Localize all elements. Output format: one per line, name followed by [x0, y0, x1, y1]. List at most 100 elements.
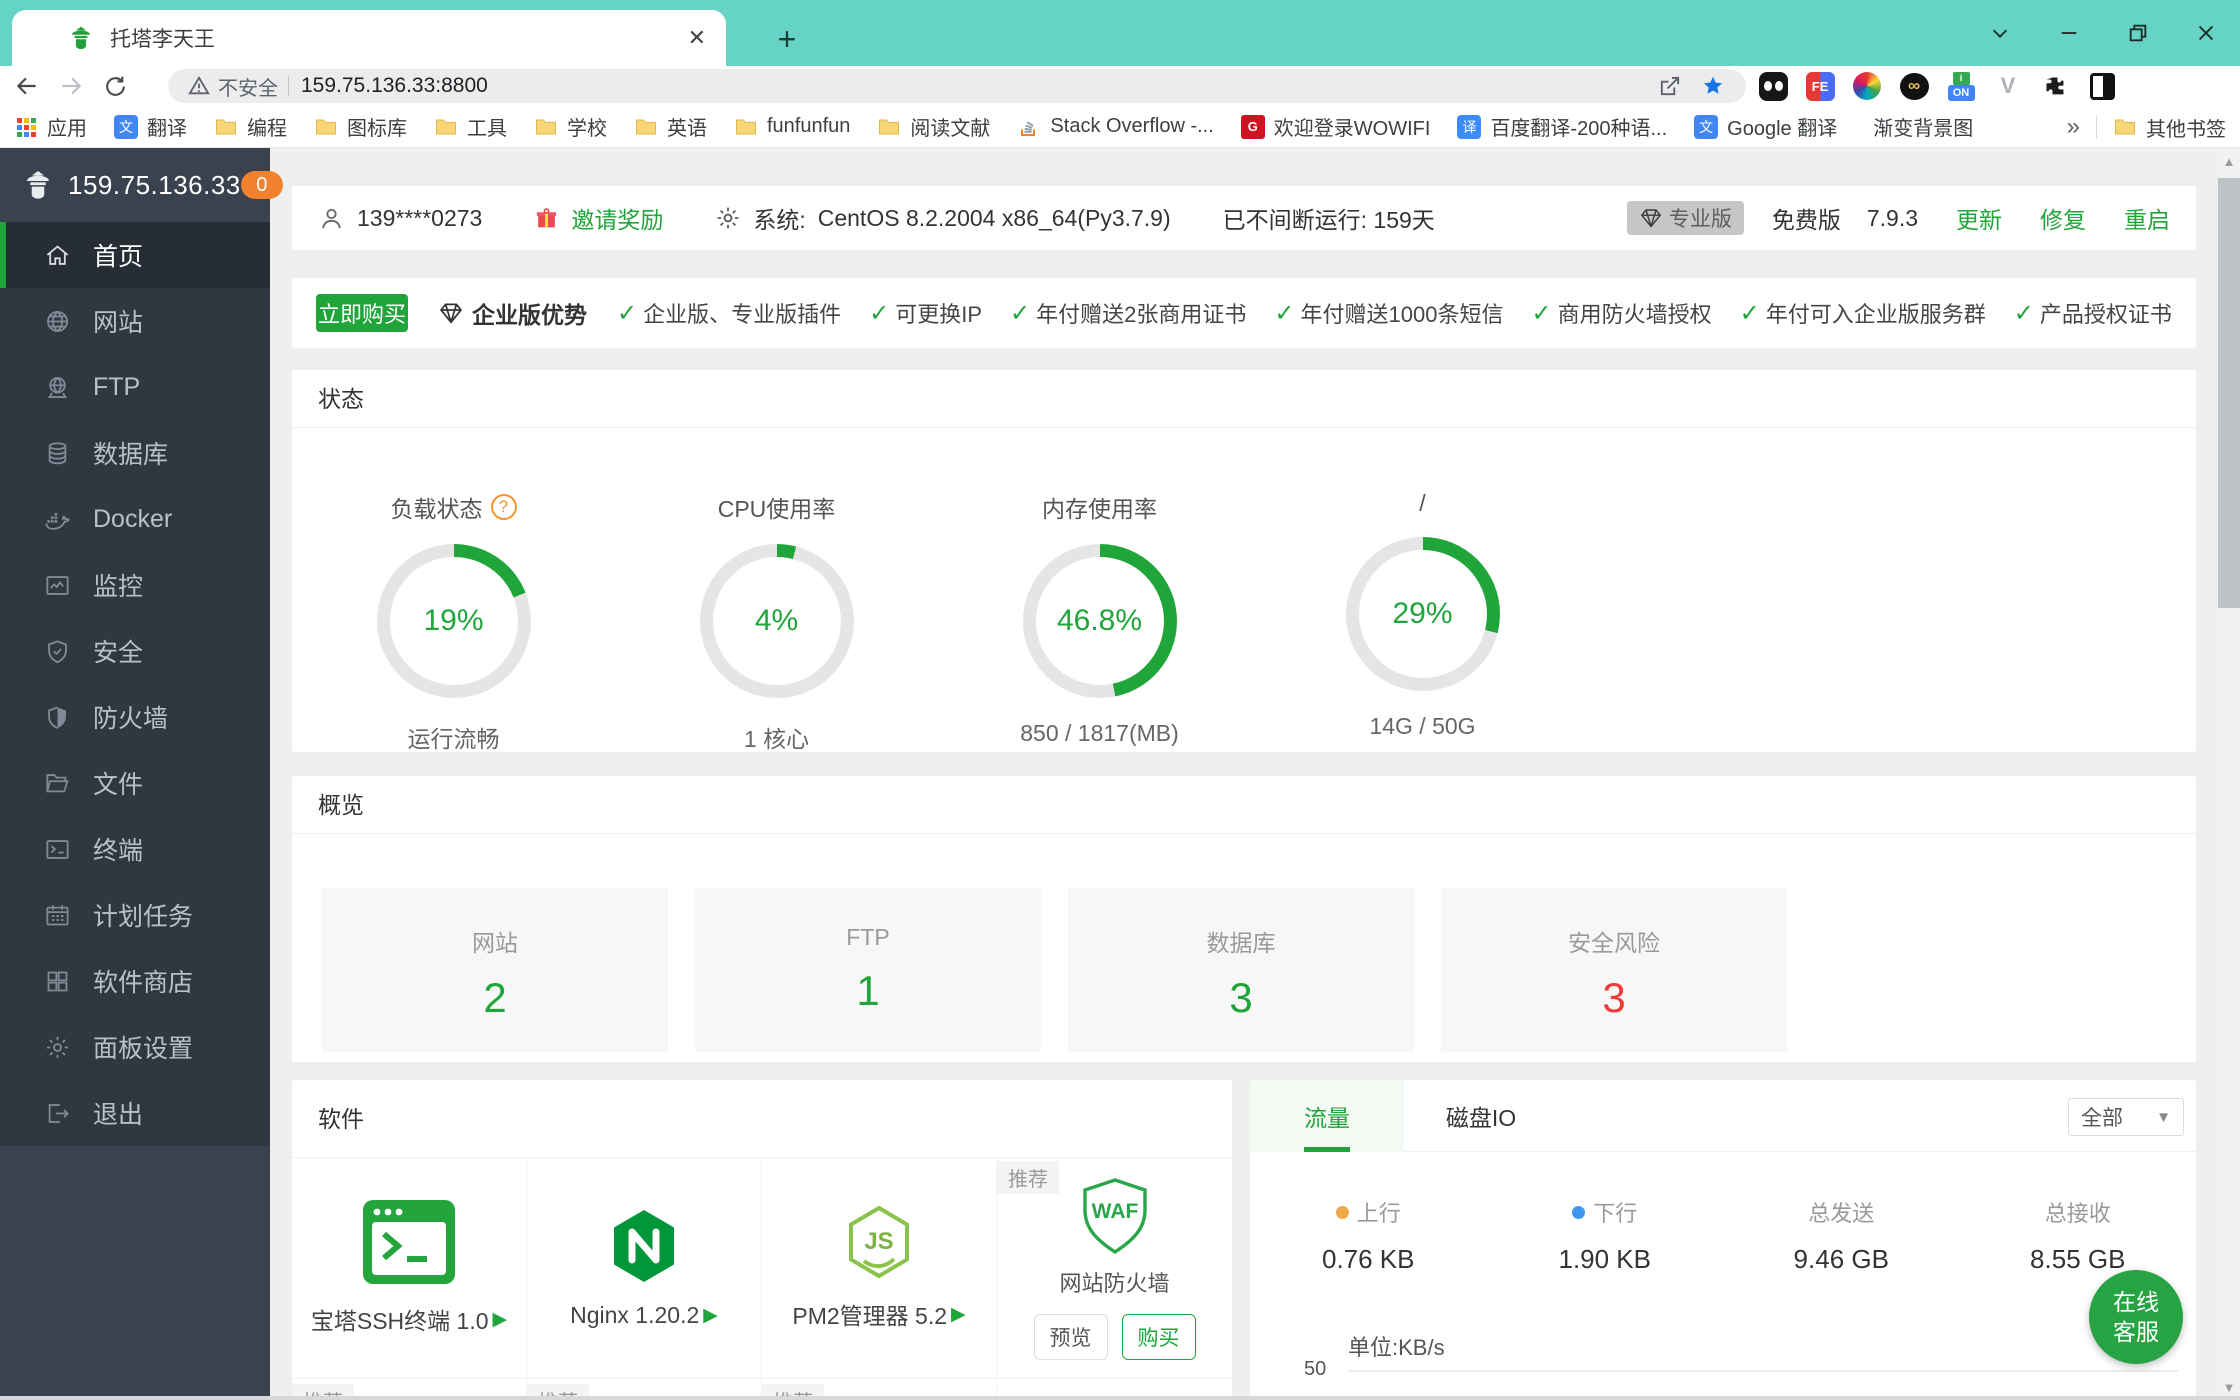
overview-card-FTP[interactable]: FTP 1: [695, 888, 1041, 1052]
not-secure-warning-icon: [188, 75, 210, 97]
invite-reward-link[interactable]: 邀请奖励: [571, 201, 663, 235]
software-card-PM2管理器[interactable]: JS PM2管理器 5.2 ▶: [762, 1158, 997, 1379]
minimize-button[interactable]: [2039, 0, 2099, 66]
repair-link[interactable]: 修复: [2040, 201, 2086, 235]
bookmark-item[interactable]: 编程: [214, 112, 287, 141]
bookmark-item[interactable]: 学校: [534, 112, 607, 141]
bookmark-label: 图标库: [347, 118, 407, 140]
chart-unit-label: 单位:KB/s: [1348, 1335, 1445, 1360]
play-icon[interactable]: ▶: [493, 1308, 508, 1331]
color-feather-extension-icon[interactable]: [1852, 71, 1882, 101]
bookmark-item[interactable]: 渐变背景图: [1864, 112, 1973, 141]
bookmark-item[interactable]: 应用: [14, 112, 87, 141]
folder-icon: [734, 115, 758, 139]
address-url[interactable]: 159.75.136.33:8800: [301, 74, 1642, 98]
buy-now-button[interactable]: 立即购买: [316, 294, 408, 332]
overview-card-数据库[interactable]: 数据库 3: [1068, 888, 1414, 1052]
promo-feature: ✓ 商用防火墙授权: [1531, 297, 1711, 329]
overview-card-网站[interactable]: 网站 2: [322, 888, 668, 1052]
bookmark-item[interactable]: G 欢迎登录WOWIFI: [1240, 112, 1430, 141]
traffic-stat-label-text: 总发送: [1808, 1201, 1875, 1226]
puzzle-extensions-icon[interactable]: [2040, 71, 2070, 101]
bookmark-item[interactable]: 文翻译: [114, 112, 187, 141]
scrollbar-thumb[interactable]: [2218, 178, 2240, 608]
gauge-ring: 29%: [1345, 537, 1500, 691]
preview-button[interactable]: 预览: [1033, 1314, 1108, 1360]
sidebar-item-files[interactable]: 文件: [0, 750, 270, 816]
sidebar-item-label: 安全: [93, 639, 144, 667]
baidu-icon: 译: [1457, 114, 1482, 139]
bookmark-item[interactable]: 阅读文献: [877, 112, 990, 141]
on-extension-icon[interactable]: i ON: [1946, 71, 1976, 101]
tab-磁盘IO[interactable]: 磁盘IO: [1404, 1080, 1558, 1152]
bookmark-star-icon[interactable]: [1696, 69, 1730, 103]
sidebar-item-database[interactable]: 数据库: [0, 420, 270, 486]
traffic-stat-value: 8.55 GB: [2030, 1244, 2126, 1274]
fe-extension-icon[interactable]: FE: [1805, 71, 1835, 101]
scroll-up-icon[interactable]: ▲: [2218, 148, 2240, 174]
other-bookmarks-folder[interactable]: 其他书签: [2113, 113, 2226, 142]
forward-button[interactable]: [54, 69, 88, 103]
close-window-button[interactable]: [2176, 0, 2236, 66]
recommend-tag: 推荐: [997, 1161, 1059, 1194]
sidebar-item-store[interactable]: 软件商店: [0, 948, 270, 1014]
folder-icon: [877, 115, 901, 139]
play-icon[interactable]: ▶: [703, 1304, 718, 1327]
bookmark-item[interactable]: 工具: [434, 112, 507, 141]
sidebar-item-ftp[interactable]: FTP: [0, 354, 270, 420]
back-button[interactable]: [10, 69, 44, 103]
sidebar-item-logout[interactable]: 退出: [0, 1080, 270, 1146]
sidebar-item-docker[interactable]: Docker: [0, 486, 270, 552]
sidebar-item-settings[interactable]: 面板设置: [0, 1014, 270, 1080]
address-bar[interactable]: 不安全 159.75.136.33:8800: [168, 69, 1746, 103]
promo-feature: ✓ 年付赠送2张商用证书: [1010, 297, 1246, 329]
reload-button[interactable]: [98, 69, 132, 103]
infinity-extension-icon[interactable]: ∞: [1899, 71, 1929, 101]
bookmark-item[interactable]: 文 Google 翻译: [1694, 112, 1837, 141]
restart-link[interactable]: 重启: [2124, 201, 2170, 235]
bookmarks-overflow-icon[interactable]: »: [2067, 113, 2080, 141]
files-icon: [44, 770, 71, 797]
buy-button[interactable]: 购买: [1121, 1314, 1196, 1360]
tab-close-icon[interactable]: ✕: [688, 25, 706, 51]
sidebar-item-site[interactable]: 网站: [0, 288, 270, 354]
sidebar-item-home[interactable]: 首页: [0, 222, 270, 288]
user-phone[interactable]: 139****0273: [357, 205, 482, 232]
sidebar-item-firewall[interactable]: 防火墙: [0, 684, 270, 750]
overview-card-安全风险[interactable]: 安全风险 3: [1441, 888, 1787, 1052]
bookmark-item[interactable]: 英语: [634, 112, 707, 141]
help-icon[interactable]: ?: [490, 494, 517, 520]
message-count-badge[interactable]: 0: [240, 171, 283, 199]
tab-search-icon[interactable]: [1970, 0, 2030, 66]
bookmark-item[interactable]: funfunfun: [734, 115, 850, 139]
software-card-Nginx[interactable]: Nginx 1.20.2 ▶: [527, 1158, 762, 1379]
bookmark-item[interactable]: 译百度翻译-200种语...: [1457, 112, 1667, 141]
vue-devtools-icon[interactable]: V: [1993, 71, 2023, 101]
tab-流量[interactable]: 流量: [1250, 1080, 1404, 1152]
page-scrollbar[interactable]: ▲ ▼: [2218, 148, 2240, 1400]
online-support-button[interactable]: 在线 客服: [2089, 1270, 2183, 1364]
bookmark-item[interactable]: 图标库: [314, 112, 407, 141]
play-icon[interactable]: ▶: [951, 1303, 966, 1326]
sidebar-item-label: FTP: [93, 372, 141, 401]
pro-version-badge[interactable]: 专业版: [1626, 201, 1744, 235]
restore-button[interactable]: [2108, 0, 2168, 66]
sidebar-item-cron[interactable]: 计划任务: [0, 882, 270, 948]
dark-goggles-extension-icon[interactable]: [1758, 71, 1788, 101]
bookmark-item[interactable]: Stack Overflow -...: [1017, 115, 1214, 139]
sidebar-item-security[interactable]: 安全: [0, 618, 270, 684]
share-icon[interactable]: [1652, 69, 1686, 103]
sidebar-item-monitor[interactable]: 监控: [0, 552, 270, 618]
traffic-filter-select[interactable]: 全部 ▼: [2068, 1098, 2184, 1136]
traffic-stat-value: 9.46 GB: [1793, 1244, 1889, 1274]
reader-extension-icon[interactable]: [2087, 71, 2117, 101]
browser-tab[interactable]: 托塔李天王 ✕: [12, 10, 726, 66]
server-ip[interactable]: 159.75.136.33: [68, 170, 241, 201]
software-card-宝塔SSH终端[interactable]: 宝塔SSH终端 1.0 ▶: [292, 1158, 527, 1379]
new-tab-button[interactable]: +: [766, 18, 808, 60]
site-icon: [44, 308, 71, 335]
promo-feature-label: 年付可入企业版服务群: [1765, 302, 1986, 327]
sidebar-item-terminal[interactable]: 终端: [0, 816, 270, 882]
software-card-网站防火墙[interactable]: 推荐 WAF 网站防火墙 预览 购买: [997, 1158, 1232, 1379]
update-link[interactable]: 更新: [1956, 201, 2002, 235]
